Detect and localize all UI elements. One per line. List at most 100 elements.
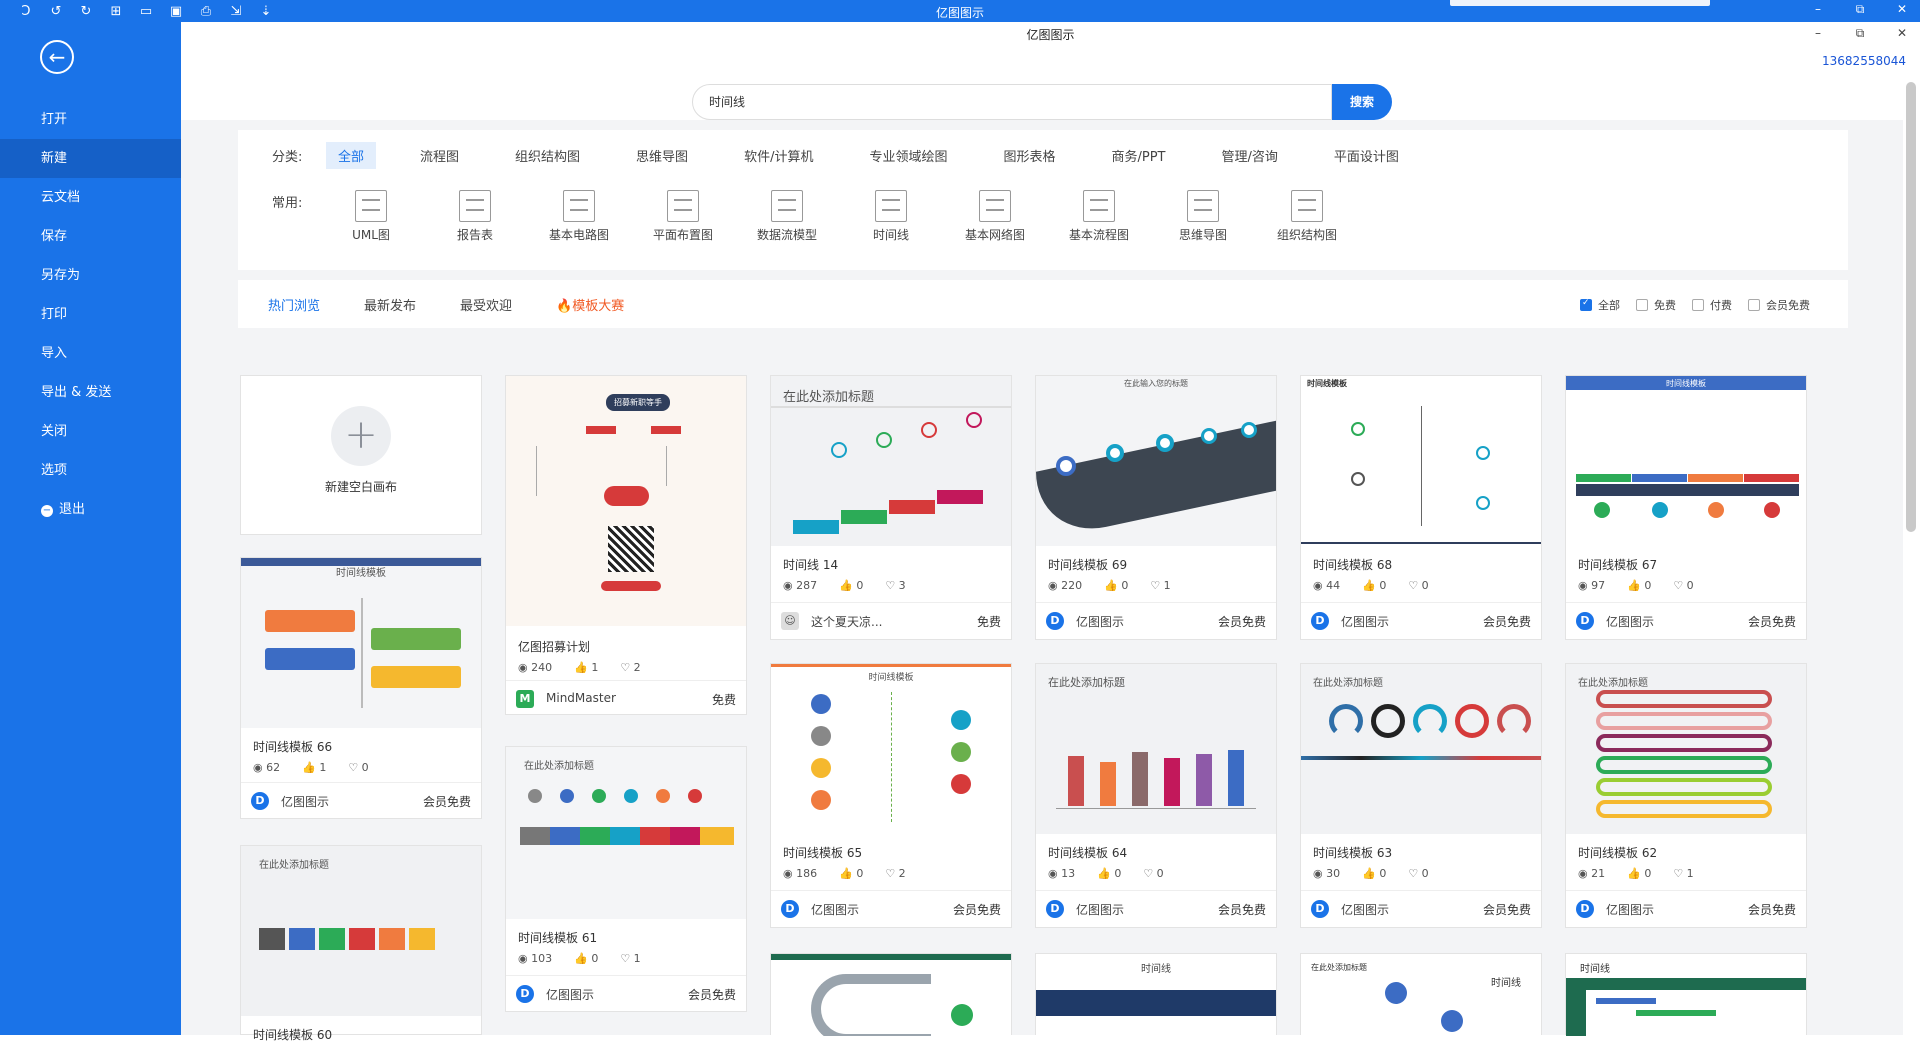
category-graphic-design[interactable]: 平面设计图 (1322, 142, 1411, 169)
tab-popular[interactable]: 最受欢迎 (460, 295, 512, 314)
template-card[interactable]: 在此处添加标题 时间线 14 ◉ 287 👍 0 ♡ 3 ☺ 这个夏天凉... 免费 (770, 375, 1012, 640)
common-uml[interactable]: UML图 (326, 190, 416, 243)
template-author[interactable]: 亿图图示 (811, 901, 859, 918)
sidebar-item-new[interactable]: 新建 (0, 139, 181, 178)
close-button-2[interactable]: ✕ (1892, 26, 1912, 41)
template-card[interactable]: 在此输入您的标题 时间线模板 69 ◉ 220 👍 0 ♡ 1 D 亿图图示 会员免费 (1035, 375, 1277, 640)
common-templates-row: 常用: UML图 报告表 基本电路图 平面布置图 数据流模型 时间线 基本网络图… (272, 190, 1366, 243)
sidebar-item-import[interactable]: 导入 (0, 334, 181, 373)
template-author[interactable]: MindMaster (546, 691, 616, 705)
thumb-header-band (771, 954, 1011, 960)
template-author[interactable]: 亿图图示 (1341, 901, 1389, 918)
common-report[interactable]: 报告表 (430, 190, 520, 243)
template-card[interactable]: 时间线模板 时间线模板 65 ◉ 186 👍 0 ♡ 2 D 亿图图示 会员免费 (770, 663, 1012, 928)
sidebar-item-save[interactable]: 保存 (0, 217, 181, 256)
template-card[interactable]: 时间线模板 时间线模板 67 ◉ 97 👍 0 ♡ 0 D 亿图图示 会员免费 (1565, 375, 1807, 640)
category-flowchart[interactable]: 流程图 (408, 142, 471, 169)
checkbox-paid[interactable] (1692, 299, 1704, 311)
category-mind-map[interactable]: 思维导图 (624, 142, 700, 169)
common-floor-plan[interactable]: 平面布置图 (638, 190, 728, 243)
close-button[interactable]: ✕ (1892, 2, 1912, 17)
template-card[interactable]: 招募新职等手 亿图招募计划 ◉ 240 👍 1 ♡ 2 M MindMaster 免费 (505, 375, 747, 715)
template-price: 免费 (711, 693, 736, 707)
filter-paid[interactable]: 付费 (1692, 297, 1732, 313)
sidebar-item-options[interactable]: 选项 (0, 451, 181, 490)
views-icon: ◉ 13 (1048, 867, 1076, 880)
filter-all[interactable]: 全部 (1580, 297, 1620, 313)
template-thumbnail: 在此处添加标题 (771, 376, 1011, 546)
thumb-dot (951, 710, 971, 730)
sidebar-item-cloud[interactable]: 云文档 (0, 178, 181, 217)
likes-icon: 👍 0 (1627, 867, 1652, 880)
sidebar-item-close[interactable]: 关闭 (0, 412, 181, 451)
template-card[interactable]: 在此处添加标题 时间线模板 61 ◉ 103 👍 0 ♡ 1 D 亿图图示 会员免费 (505, 746, 747, 1012)
sidebar-item-print[interactable]: 打印 (0, 295, 181, 334)
template-card[interactable]: 在此处添加标题 时间线模板 60 (240, 845, 482, 1042)
user-account[interactable]: 13682558044 (1822, 54, 1906, 68)
back-button[interactable]: ← (40, 40, 74, 74)
category-professional[interactable]: 专业领域绘图 (857, 142, 959, 169)
template-author[interactable]: 亿图图示 (546, 986, 594, 1003)
category-org-chart[interactable]: 组织结构图 (503, 142, 592, 169)
restore-button[interactable]: ⧉ (1850, 2, 1870, 17)
search-input[interactable]: 时间线 (692, 84, 1332, 120)
restore-button-2[interactable]: ⧉ (1850, 26, 1870, 41)
template-author[interactable]: 亿图图示 (1606, 613, 1654, 630)
category-graphic-table[interactable]: 图形表格 (991, 142, 1067, 169)
edraw-logo-icon: D (1576, 900, 1594, 918)
common-network[interactable]: 基本网络图 (950, 190, 1040, 243)
views-icon: ◉ 30 (1313, 867, 1341, 880)
template-name: 时间线模板 61 (518, 931, 598, 945)
vertical-scrollbar[interactable] (1906, 82, 1916, 532)
sidebar-item-export[interactable]: 导出 & 发送 (0, 373, 181, 412)
minimize-button[interactable]: – (1808, 2, 1828, 17)
template-card[interactable]: 在此处添加标题 时间线模板 62 ◉ 21 👍 0 ♡ 1 D 亿图图示 会员免费 (1565, 663, 1807, 928)
filter-label: 付费 (1710, 299, 1732, 312)
checkbox-free[interactable] (1636, 299, 1648, 311)
new-blank-canvas-card[interactable]: + 新建空白画布 (240, 375, 482, 535)
template-card[interactable] (770, 953, 1012, 1036)
search-button[interactable]: 搜索 (1332, 84, 1392, 120)
template-card[interactable]: 时间线模板 时间线模板 68 ◉ 44 👍 0 ♡ 0 D 亿图图示 会员免费 (1300, 375, 1542, 640)
likes-count: 0 (856, 579, 864, 592)
views-icon: ◉ 220 (1048, 579, 1083, 592)
template-card[interactable]: 在此处添加标题 时间线 (1300, 953, 1542, 1036)
sidebar-item-open[interactable]: 打开 (0, 100, 181, 139)
template-thumbnail: 时间线模板 (771, 664, 1011, 834)
template-author[interactable]: 这个夏天凉... (811, 613, 882, 630)
common-org-chart[interactable]: 组织结构图 (1262, 190, 1352, 243)
template-author[interactable]: 亿图图示 (1076, 613, 1124, 630)
common-data-flow[interactable]: 数据流模型 (742, 190, 832, 243)
common-circuit[interactable]: 基本电路图 (534, 190, 624, 243)
checkbox-member-free[interactable] (1748, 299, 1760, 311)
common-mind-map[interactable]: 思维导图 (1158, 190, 1248, 243)
sidebar-item-exit[interactable]: − 退出 (0, 490, 181, 529)
template-thumbnail: 在此输入您的标题 (1036, 376, 1276, 546)
template-author[interactable]: 亿图图示 (1076, 901, 1124, 918)
category-business[interactable]: 商务/PPT (1099, 142, 1177, 169)
template-author[interactable]: 亿图图示 (281, 793, 329, 810)
sidebar-item-save-as[interactable]: 另存为 (0, 256, 181, 295)
template-card[interactable]: 时间线 (1565, 953, 1807, 1036)
filter-free[interactable]: 免费 (1636, 297, 1676, 313)
category-management[interactable]: 管理/咨询 (1209, 142, 1289, 169)
tab-hot[interactable]: 热门浏览 (268, 295, 320, 314)
category-all[interactable]: 全部 (326, 142, 377, 169)
tab-contest[interactable]: 🔥模板大赛 (556, 295, 624, 314)
edraw-logo-icon: D (1046, 900, 1064, 918)
template-card[interactable]: 在此处添加标题 时间线模板 64 ◉ 13 👍 0 ♡ 0 D 亿图图示 会员免费 (1035, 663, 1277, 928)
category-software[interactable]: 软件/计算机 (732, 142, 825, 169)
template-card[interactable]: 时间线 (1035, 953, 1277, 1036)
likes-count: 0 (1644, 867, 1652, 880)
common-basic-flowchart[interactable]: 基本流程图 (1054, 190, 1144, 243)
checkbox-all[interactable] (1580, 298, 1592, 311)
template-card[interactable]: 在此处添加标题 时间线模板 63 ◉ 30 👍 0 ♡ 0 D 亿图图示 会员免费 (1300, 663, 1542, 928)
tab-latest[interactable]: 最新发布 (364, 295, 416, 314)
template-author[interactable]: 亿图图示 (1606, 901, 1654, 918)
common-timeline[interactable]: 时间线 (846, 190, 936, 243)
minimize-button-2[interactable]: – (1808, 26, 1828, 41)
template-card[interactable]: 时间线模板 时间线模板 66 ◉ 62 👍 1 ♡ 0 D 亿图图示 会员免费 (240, 557, 482, 819)
thumb-arrow (259, 928, 285, 950)
filter-member-free[interactable]: 会员免费 (1748, 297, 1810, 313)
template-author[interactable]: 亿图图示 (1341, 613, 1389, 630)
